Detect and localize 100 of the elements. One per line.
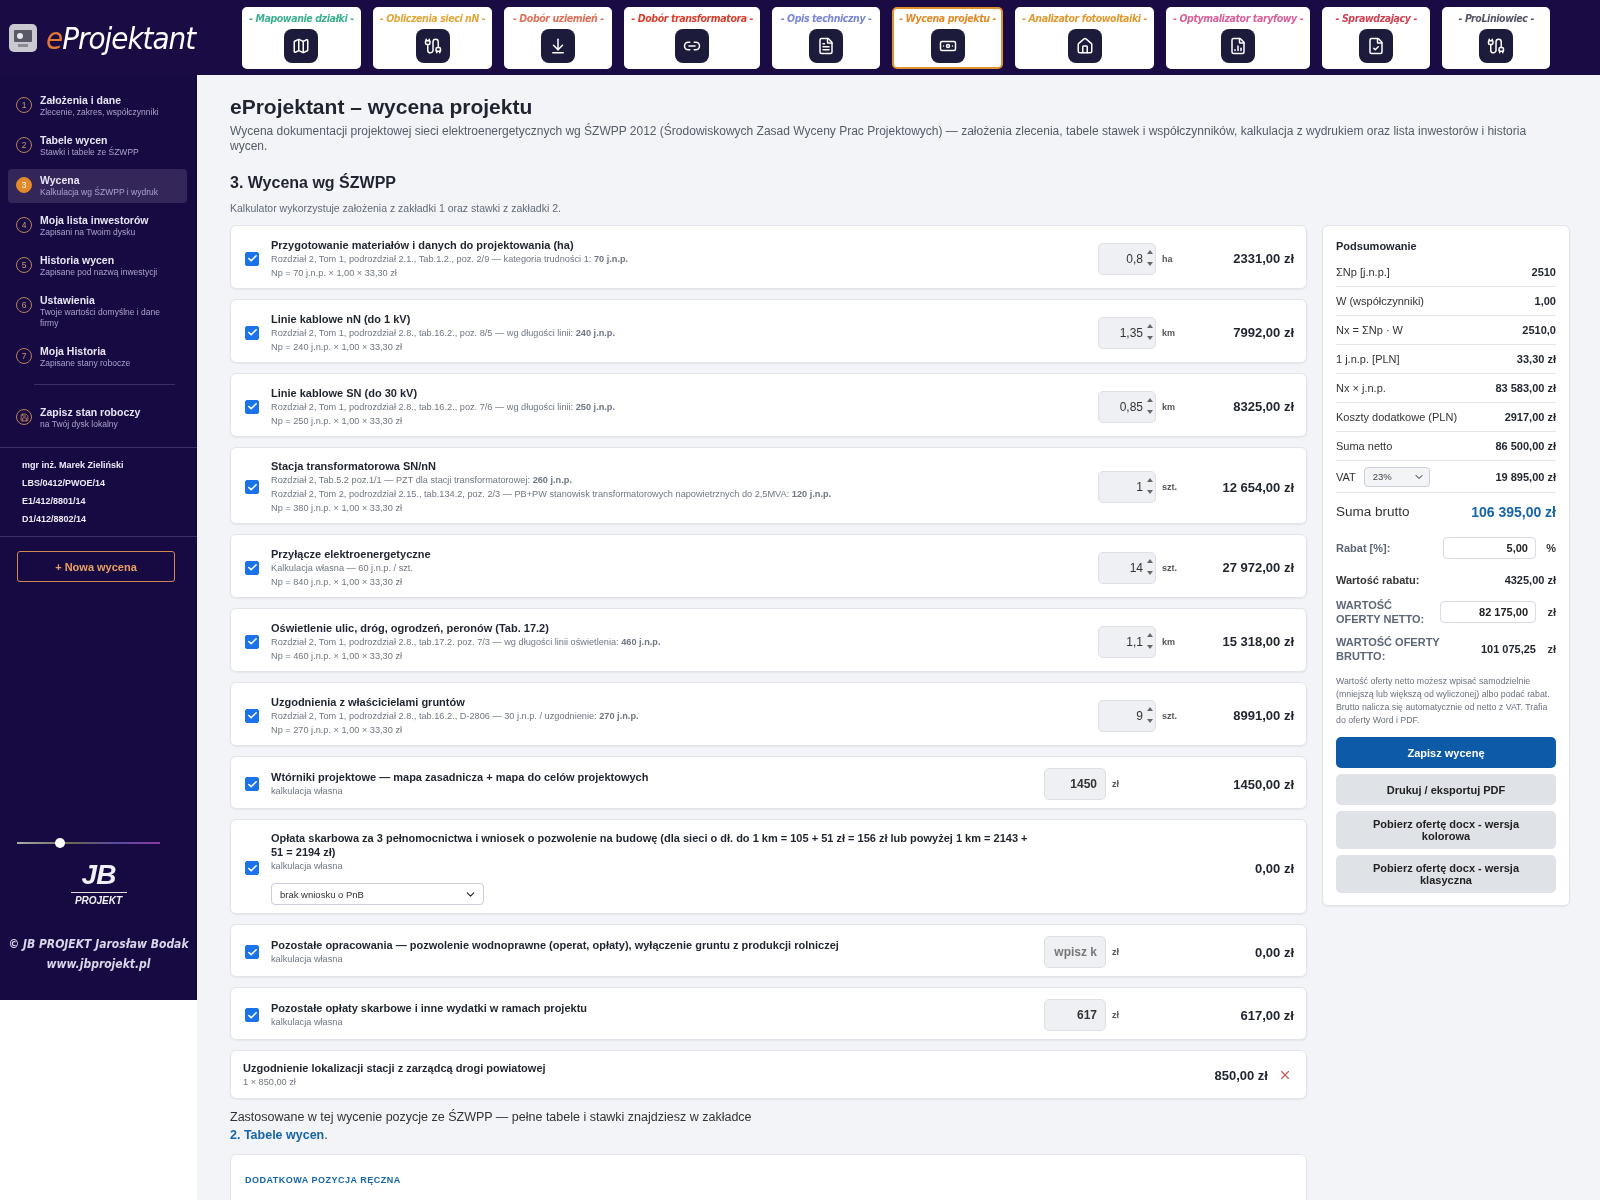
summary-value: 101 075,25 xyxy=(1480,643,1536,655)
banknote-icon xyxy=(930,28,965,63)
section-hint: Kalkulator wykorzystuje założenia z zakładki 1 oraz stawki z zakładki 2. xyxy=(230,202,562,214)
summary-value: 83 583,00 zł xyxy=(1495,382,1556,394)
credential-text: E1/412/8801/14 xyxy=(21,495,87,508)
sidebar-item[interactable]: 7 Moja Historia Zapisane stany robocze xyxy=(8,340,187,374)
sidebar-item[interactable]: 3 Wycena Kalkulacja wg ŚZWPP i wydruk xyxy=(8,169,187,203)
checkbox[interactable] xyxy=(245,251,259,266)
summary-label: 1 j.n.p. [PLN] xyxy=(1336,352,1400,366)
item-total: 0,00 zł xyxy=(1253,944,1294,960)
item-detail: Rozdział 2, Tom 1, podrozdział 2.1., Tab.1.2., poz. 2/9 — kategoria trudności 1: 70 j.n.p. xyxy=(271,252,630,266)
module-tab[interactable]: - Sprawdzający - xyxy=(1322,6,1431,69)
unit-label: zł xyxy=(1546,606,1556,618)
summary-field[interactable]: 5,00 xyxy=(1443,537,1536,559)
credential-text: LBS/0412/PWOE/14 xyxy=(21,477,107,490)
amount-field[interactable]: 617 xyxy=(1044,999,1106,1031)
summary-label: Suma netto xyxy=(1336,439,1393,453)
summary-title: Podsumowanie xyxy=(1336,240,1418,252)
item-detail: Np = 240 j.n.p. × 1,00 × 33,30 zł xyxy=(271,340,404,354)
item-total: 1450,00 zł xyxy=(1232,776,1294,792)
module-label: - Sprawdzający - xyxy=(1335,11,1417,24)
amount-field[interactable]: wpisz k xyxy=(1044,936,1106,968)
module-label: - Obliczenia sieci nN - xyxy=(379,11,486,24)
sidebar-item[interactable]: 5 Historia wycen Zapisane pod nazwą inwestycji xyxy=(8,249,187,283)
item-detail: Rozdział 2, Tom 1, podrozdział 2.8., tab.16.2., poz. 8/5 — wg długości linii: 240 j.n.p. xyxy=(271,326,617,340)
quantity-field[interactable]: 0,8 xyxy=(1098,242,1156,275)
app-title: eProjektant xyxy=(46,19,196,56)
summary-label: WARTOŚĆ OFERTY BRUTTO: xyxy=(1336,635,1441,663)
summary-value: 33,30 zł xyxy=(1516,353,1556,365)
summary-value: 2917,00 zł xyxy=(1504,411,1556,423)
item-detail: kalkulacja własna xyxy=(271,1016,344,1029)
module-label: - Optymalizator taryfowy - xyxy=(1173,11,1304,24)
note-text: Zastosowane w tej wycenie pozycje ze ŚZWPP — pełne tabele i stawki znajdziesz w zakładce xyxy=(230,1108,753,1126)
checkbox[interactable] xyxy=(245,777,259,791)
summary-value: 1,00 xyxy=(1534,295,1556,307)
quantity-field[interactable]: 9 xyxy=(1098,699,1156,732)
checkbox[interactable] xyxy=(245,708,259,723)
action-button[interactable]: Pobierz ofertę docx - wersja kolorowa xyxy=(1336,811,1556,849)
item-detail: 1 × 850,00 zł xyxy=(243,1076,297,1089)
summary-field[interactable]: 82 175,00 xyxy=(1440,601,1536,623)
checkbox[interactable] xyxy=(245,560,259,575)
sidebar-item[interactable]: 4 Moja lista inwestorów Zapisani na Twoim dysku xyxy=(8,209,187,243)
unit-label: km xyxy=(1162,636,1176,647)
quantity-field[interactable]: 1,1 xyxy=(1098,625,1156,658)
checkbox[interactable] xyxy=(245,861,259,875)
page-title: eProjektant – wycena projektu xyxy=(230,95,534,119)
footer-text: © JB PROJEKT Jarosław Bodak xyxy=(7,936,190,953)
item-detail: Np = 250 j.n.p. × 1,00 × 33,30 zł xyxy=(271,414,404,428)
spinner-arrows-icon[interactable] xyxy=(1146,476,1154,496)
new-estimate-button[interactable]: + Nowa wycena xyxy=(17,551,175,582)
item-detail: Np = 70 j.n.p. × 1,00 × 33,30 zł xyxy=(271,266,398,280)
form-title: DODATKOWA POZYCJA RĘCZNA xyxy=(245,1175,401,1185)
summary-label: Nx × j.n.p. xyxy=(1336,381,1386,395)
item-title: Pozostałe opracowania — pozwolenie wodnoprawne (operat, opłaty), wyłączenie gruntu z produkcji rolniczej xyxy=(271,938,840,952)
item-title: Przygotowanie materiałów i danych do projektowania (ha) xyxy=(271,237,575,252)
unit-label: zł xyxy=(1112,947,1120,957)
checkbox[interactable] xyxy=(245,634,259,649)
credential-text: D1/412/8802/14 xyxy=(21,513,88,526)
amount-field[interactable]: 1450 xyxy=(1044,768,1106,800)
checkbox[interactable] xyxy=(245,1008,259,1022)
quantity-field[interactable]: 1,35 xyxy=(1098,316,1156,349)
item-title: Uzgodnienia z właścicielami gruntów xyxy=(271,694,466,709)
checked-document-icon xyxy=(1359,28,1394,63)
module-label: - Mapowanie działki - xyxy=(249,11,354,24)
item-detail: Np = 270 j.n.p. × 1,00 × 33,30 zł xyxy=(271,723,404,737)
module-tab[interactable]: - Dobór transformatora - xyxy=(624,6,761,69)
summary-label: Suma brutto xyxy=(1336,505,1410,519)
summary-value: 86 500,00 zł xyxy=(1495,440,1556,452)
module-tab[interactable]: - ProLiniowiec - xyxy=(1442,6,1551,69)
close-icon[interactable] xyxy=(1278,1068,1292,1082)
module-label: - Wycena projektu - xyxy=(899,11,996,24)
item-detail: Np = 460 j.n.p. × 1,00 × 33,30 zł xyxy=(271,649,404,663)
save-draft-item[interactable]: Zapisz stan roboczy na Twój dysk lokalny xyxy=(8,401,187,435)
module-tab[interactable]: - Optymalizator taryfowy - xyxy=(1166,6,1311,69)
item-total: 7992,00 zł xyxy=(1232,325,1294,340)
quantity-field[interactable]: 0,85 xyxy=(1098,390,1156,423)
house-icon xyxy=(1067,28,1102,63)
unit-label: zł xyxy=(1112,779,1120,789)
checkbox[interactable] xyxy=(245,480,259,494)
checkbox[interactable] xyxy=(245,399,259,414)
sidebar-item[interactable]: 2 Tabele wycen Stawki i tabele ze ŚZWPP xyxy=(8,129,187,163)
item-total: 12 654,00 zł xyxy=(1221,479,1294,495)
action-button[interactable]: Drukuj / eksportuj PDF xyxy=(1336,774,1556,805)
item-total: 617,00 zł xyxy=(1239,1007,1294,1023)
save-button[interactable]: Zapisz wycenę xyxy=(1336,737,1556,768)
action-button[interactable]: Pobierz ofertę docx - wersja klasyczna xyxy=(1336,855,1556,893)
item-detail: kalkulacja własna xyxy=(271,785,344,798)
summary-value: 4325,00 zł xyxy=(1504,574,1556,586)
sidebar-item[interactable]: 1 Założenia i dane Zlecenie, zakres, współczynniki xyxy=(8,89,187,123)
quantity-field[interactable]: 14 xyxy=(1098,551,1156,584)
vat-select[interactable]: 23% xyxy=(1363,466,1430,487)
select-field[interactable]: brak wniosku o PnB xyxy=(271,883,484,905)
quantity-field[interactable]: 1 xyxy=(1098,471,1156,503)
app-logo-icon xyxy=(8,22,38,53)
slider-thumb[interactable] xyxy=(54,838,65,848)
sidebar-item[interactable]: 6 Ustawienia Twoje wartości domyślne i dane firmy xyxy=(8,289,187,334)
item-detail: Rozdział 2, Tom 1, podrozdział 2.8., tab.16.2., poz. 7/6 — wg długości linii: 250 j.n.p. xyxy=(271,400,617,414)
cable-icon xyxy=(1479,28,1514,63)
checkbox[interactable] xyxy=(245,945,259,959)
checkbox[interactable] xyxy=(245,325,259,340)
